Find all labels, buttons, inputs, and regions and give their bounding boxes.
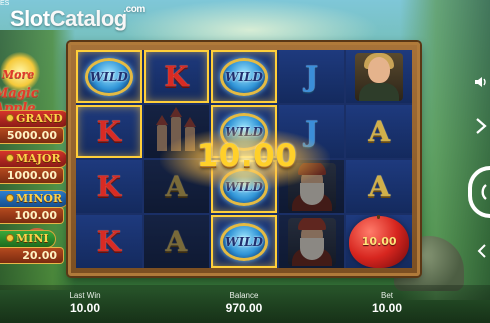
- symbol-k: K: [164, 59, 189, 93]
- wild-label: WILD: [225, 69, 263, 84]
- reel-cell: WILD: [211, 50, 277, 103]
- coin-icon: [6, 114, 14, 122]
- wild-label: WILD: [225, 234, 263, 249]
- jackpot-grand-label: GRAND: [16, 112, 63, 125]
- win-amount: 10.00: [196, 138, 298, 174]
- game-title: More Magic Apple: [0, 52, 72, 116]
- symbol-k: K: [96, 169, 121, 203]
- balance-value: 970.00: [225, 301, 263, 315]
- prince-symbol: [355, 52, 404, 101]
- jackpot-minor-value: 100.00: [0, 207, 64, 224]
- spin-icon: [481, 184, 487, 200]
- reel-cell: J: [278, 50, 345, 103]
- bet-display[interactable]: Bet 10.00: [362, 291, 412, 315]
- reel-cell: K: [76, 215, 142, 268]
- reel-cell: K: [143, 50, 210, 103]
- reel-cell: [278, 215, 345, 268]
- red-apple-symbol: 10.00: [349, 215, 410, 268]
- jackpot-mini-value: 20.00: [0, 247, 64, 264]
- status-bar: Last Win 10.00 Balance 970.00 Bet 10.00: [0, 285, 490, 323]
- speaker-icon: [475, 77, 486, 87]
- sound-button[interactable]: [474, 74, 488, 90]
- symbol-a: A: [165, 224, 188, 258]
- coin-icon: [6, 194, 14, 202]
- reel-cell: K: [76, 105, 142, 158]
- jackpot-mini: MINI 20.00: [0, 230, 72, 270]
- reel-cell: A: [346, 105, 412, 158]
- logo-part-a: Slot: [10, 6, 50, 31]
- autoplay-button[interactable]: [476, 242, 488, 260]
- site-logo: SlotCatalog .com: [10, 4, 145, 32]
- reel-cell: WILD: [211, 215, 277, 268]
- balance-display: Balance 970.00: [214, 291, 274, 315]
- logo-suffix: .com: [123, 4, 145, 15]
- game-title-line1: More: [2, 68, 35, 81]
- symbol-a: A: [368, 114, 391, 148]
- bet-value: 10.00: [371, 301, 403, 315]
- symbol-k: K: [96, 114, 121, 148]
- corner-tag: ES: [0, 0, 10, 7]
- balance-label: Balance: [229, 291, 259, 300]
- wild-symbol: WILD: [219, 57, 268, 96]
- jackpot-mini-label: MINI: [16, 232, 49, 245]
- info-button[interactable]: [474, 116, 488, 136]
- coin-icon: [6, 154, 14, 162]
- wild-symbol: WILD: [219, 222, 268, 261]
- reel-cell: 10.00: [346, 215, 412, 268]
- apple-value: 10.00: [361, 235, 397, 248]
- symbol-a: A: [368, 169, 391, 203]
- reel-cell: A: [143, 215, 210, 268]
- jackpot-panel: More Magic Apple GRAND 5000.00 MAJOR 100…: [0, 52, 72, 270]
- reel-cell: K: [76, 160, 142, 213]
- dwarf-symbol: [287, 217, 336, 266]
- last-win-display: Last Win 10.00: [60, 291, 110, 315]
- last-win-value: 10.00: [69, 301, 101, 315]
- logo-part-b: Catalog: [49, 6, 128, 31]
- autoplay-icon: [477, 244, 486, 258]
- jackpot-major-value: 1000.00: [0, 167, 64, 184]
- jackpot-major: MAJOR 1000.00: [0, 150, 72, 190]
- reel-cell: WILD: [76, 50, 142, 103]
- jackpot-grand: GRAND 5000.00: [0, 110, 72, 150]
- symbol-k: K: [96, 224, 121, 258]
- coin-icon: [6, 234, 14, 242]
- last-win-label: Last Win: [69, 291, 101, 300]
- wild-label: WILD: [89, 69, 128, 84]
- jackpot-minor-label: MINOR: [16, 192, 63, 205]
- wild-symbol: WILD: [84, 57, 133, 96]
- jackpot-major-label: MAJOR: [16, 152, 61, 165]
- jackpot-minor: MINOR 100.00: [0, 190, 72, 230]
- jackpot-grand-value: 5000.00: [0, 127, 64, 144]
- reel-cell: [346, 50, 412, 103]
- symbol-j: J: [304, 59, 319, 93]
- bet-label: Bet: [380, 291, 393, 300]
- paytable-arrow-icon: [476, 118, 487, 134]
- reel-cell: A: [346, 160, 412, 213]
